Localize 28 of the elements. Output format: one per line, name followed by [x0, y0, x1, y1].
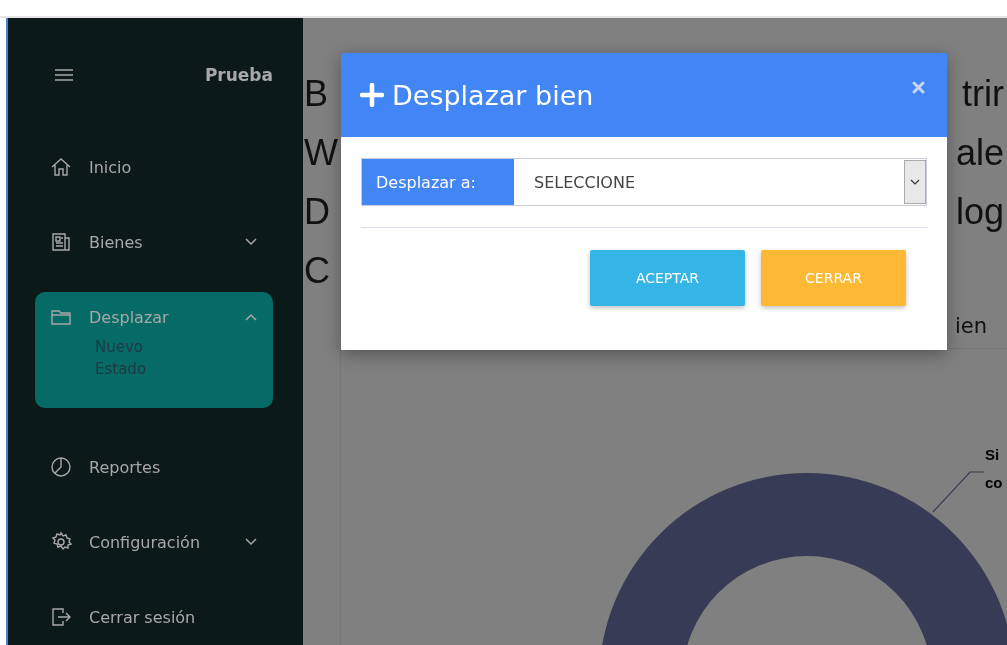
chevron-down-icon [245, 238, 257, 246]
plus-icon [360, 83, 384, 107]
chart-label: co [985, 473, 1003, 493]
chevron-up-icon [245, 313, 257, 321]
home-icon [50, 156, 72, 178]
chevron-down-icon [245, 538, 257, 546]
heading-fragment: B [304, 72, 328, 116]
tab-label: ien [955, 314, 988, 338]
sidebar-item[interactable]: Reportes [35, 442, 273, 492]
leader-line [932, 471, 984, 513]
heading-fragment: C [304, 249, 330, 293]
modal-title: Desplazar bien [392, 79, 595, 111]
heading-fragment: ale [955, 131, 1004, 175]
newspaper-icon [50, 231, 72, 253]
exit-icon [50, 606, 72, 628]
sidebar-item[interactable]: Cerrar sesión [35, 592, 273, 642]
heading-fragment: W [304, 131, 338, 175]
menu-icon[interactable] [55, 69, 73, 81]
heading-fragment: trir [962, 72, 1004, 116]
chart-label: Si [985, 445, 1001, 465]
sidebar-item[interactable]: Bienes [35, 217, 273, 267]
app-title: Prueba [204, 65, 273, 85]
heading-fragment: D [304, 190, 330, 234]
sidebar-item[interactable]: Configuración [35, 517, 273, 567]
pie-chart-icon [50, 456, 72, 478]
heading-fragment: log [955, 190, 1004, 234]
sidebar-item[interactable]: Inicio [35, 142, 273, 192]
settings-icon [50, 531, 72, 553]
